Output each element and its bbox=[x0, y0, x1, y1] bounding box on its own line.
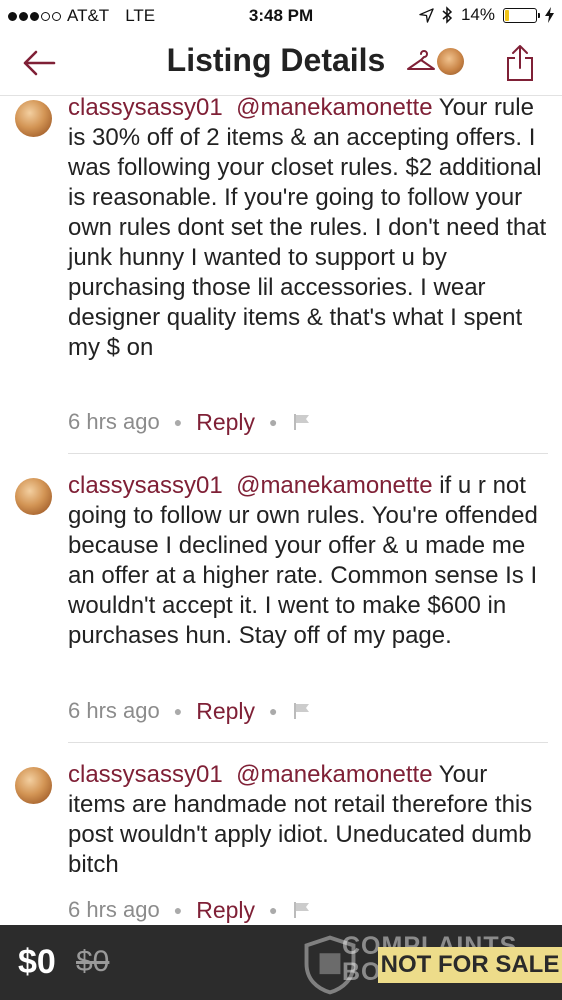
status-bar: AT&T LTE 3:48 PM 14% bbox=[0, 0, 562, 32]
separator-dot: ● bbox=[269, 703, 278, 719]
comment-timestamp: 6 hrs ago bbox=[68, 409, 160, 434]
not-for-sale-badge: NOT FOR SALE bbox=[378, 947, 562, 983]
comment-text: classysassy01 @manekamonette Your items … bbox=[68, 760, 548, 880]
original-price: $0 bbox=[76, 945, 110, 978]
comment-meta: 6 hrs ago ● Reply ● bbox=[68, 407, 311, 437]
comment-mention[interactable]: @manekamonette bbox=[236, 761, 432, 788]
comment-username[interactable]: classysassy01 bbox=[68, 97, 223, 121]
comment-text: classysassy01 @manekamonette if u r not … bbox=[68, 471, 548, 651]
separator-dot: ● bbox=[173, 703, 183, 719]
share-icon[interactable] bbox=[505, 44, 535, 82]
separator-dot: ● bbox=[173, 902, 183, 918]
comment-mention[interactable]: @manekamonette bbox=[236, 97, 432, 121]
listing-price: $0 bbox=[18, 943, 56, 981]
comment-body: Your rule is 30% off of 2 items & an acc… bbox=[68, 97, 547, 361]
status-right: 14% bbox=[419, 5, 554, 25]
separator-dot: ● bbox=[269, 902, 278, 918]
reply-button[interactable]: Reply bbox=[196, 698, 255, 725]
comment-divider bbox=[68, 742, 548, 743]
flag-icon[interactable] bbox=[293, 901, 311, 919]
reply-button[interactable]: Reply bbox=[196, 897, 255, 924]
page-title: Listing Details bbox=[0, 42, 562, 79]
commenter-avatar[interactable] bbox=[15, 767, 52, 804]
separator-dot: ● bbox=[173, 414, 183, 430]
comment-divider bbox=[68, 453, 548, 454]
bluetooth-icon bbox=[442, 6, 453, 24]
battery-fill bbox=[505, 9, 510, 21]
commenter-avatar[interactable] bbox=[15, 100, 52, 137]
commenter-avatar[interactable] bbox=[15, 478, 52, 515]
price-bar: $0 $0 COMPLAINTS BOARD NOT FOR SALE bbox=[0, 925, 562, 1000]
navigation-bar: Listing Details bbox=[0, 32, 562, 96]
battery-icon bbox=[503, 7, 540, 23]
flag-icon[interactable] bbox=[293, 702, 311, 720]
comment-timestamp: 6 hrs ago bbox=[68, 897, 160, 922]
comment-username[interactable]: classysassy01 bbox=[68, 472, 223, 499]
comment-timestamp: 6 hrs ago bbox=[68, 698, 160, 723]
charging-bolt-icon bbox=[545, 7, 554, 23]
comment-text: classysassy01 @manekamonette Your rule i… bbox=[68, 97, 548, 363]
reply-button[interactable]: Reply bbox=[196, 409, 255, 436]
comment-meta: 6 hrs ago ● Reply ● bbox=[68, 696, 311, 726]
battery-percent: 14% bbox=[460, 5, 495, 24]
page-title-text: Listing Details bbox=[166, 42, 386, 78]
location-arrow-icon bbox=[419, 7, 434, 23]
seller-avatar[interactable] bbox=[437, 48, 464, 75]
comment-mention[interactable]: @manekamonette bbox=[236, 472, 432, 499]
flag-icon[interactable] bbox=[293, 413, 311, 431]
comment-username[interactable]: classysassy01 bbox=[68, 761, 223, 788]
comment-meta: 6 hrs ago ● Reply ● bbox=[68, 895, 311, 925]
comments-feed[interactable]: classysassy01 @manekamonette Your rule i… bbox=[0, 97, 562, 925]
separator-dot: ● bbox=[269, 414, 278, 430]
hanger-icon[interactable] bbox=[406, 48, 436, 74]
